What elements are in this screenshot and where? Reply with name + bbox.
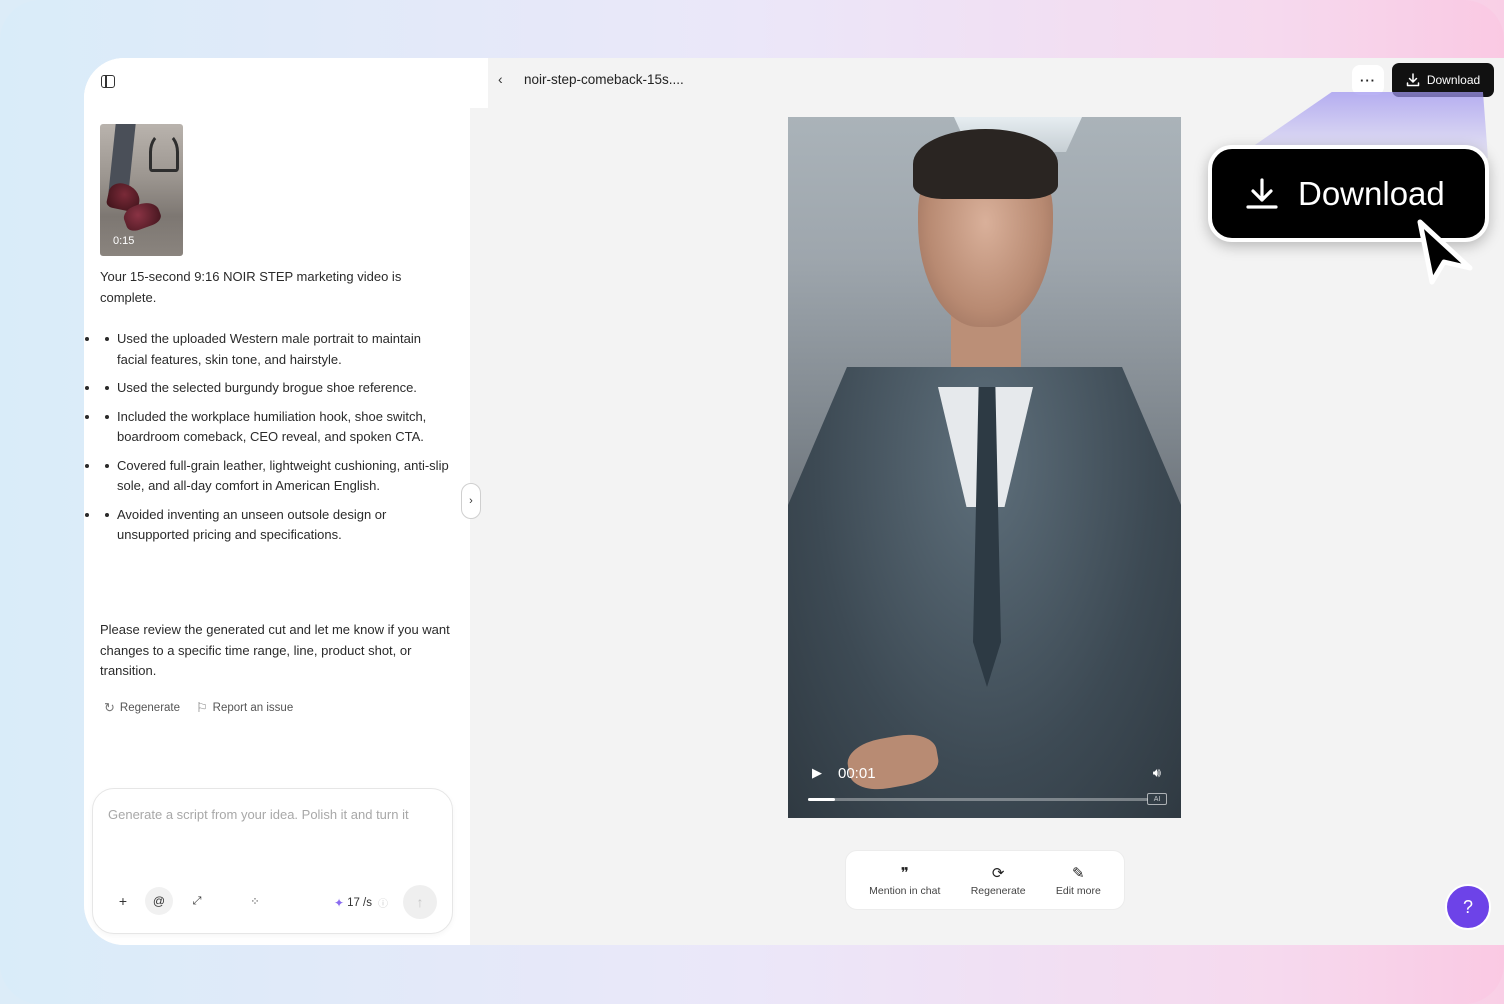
back-chevron-icon[interactable]: ‹ [498,71,503,87]
volume-icon[interactable]: 🔊︎ [1153,765,1161,781]
ai-badge-icon: AI [1147,793,1167,805]
edit-more-button[interactable]: ✎ Edit more [1056,864,1101,897]
video-progress-fill [808,798,836,801]
refresh-icon: ↻ [104,700,115,715]
edit-more-label: Edit more [1055,884,1101,897]
bullet-item: Used the uploaded Western male portrait … [100,329,450,370]
video-regenerate-button[interactable]: ⟳ Regenerate [971,864,1026,897]
link-icon[interactable]: ⤢ [183,887,211,915]
refresh-icon: ⟳ [991,864,1005,882]
report-issue-label: Report an issue [212,702,294,714]
credits-indicator: ✦ 17 /s ⓘ [334,895,388,911]
mention-in-chat-button[interactable]: ❞ Mention in chat [869,864,940,897]
video-regenerate-label: Regenerate [970,884,1026,897]
play-icon[interactable]: ▶ [812,765,822,781]
message-intro: Your 15-second 9:16 NOIR STEP marketing … [100,269,402,305]
message-outro: Please review the generated cut and let … [100,622,450,678]
composer: + @ ⤢ ⁘ ✦ 17 /s ⓘ ↑ [92,788,453,934]
video-thumbnail[interactable]: 0:15 [100,124,183,256]
video-player[interactable]: ▶ 00:01 🔊︎ AI [788,117,1181,818]
video-progress-bar[interactable] [808,798,1148,801]
video-toolbar: ❞ Mention in chat ⟳ Regenerate ✎ Edit mo… [845,850,1125,910]
help-button[interactable]: ? [1445,884,1491,930]
prompt-input[interactable] [108,807,443,822]
collapse-panel-button[interactable]: › [461,483,481,519]
hair-shape [913,129,1058,199]
callout-label: Download [1298,174,1445,212]
send-button[interactable]: ↑ [403,885,437,919]
message-actions: ↻ Regenerate ⚐ Report an issue [104,700,293,716]
download-icon [1406,73,1420,87]
more-options-button[interactable]: ··· [1352,65,1384,95]
download-icon [1246,177,1278,209]
chat-panel-header [84,58,488,108]
download-label: Download [1426,73,1481,87]
dots-grid-icon[interactable]: ⁘ [241,887,269,915]
flag-icon: ⚐ [196,700,208,715]
thumbnail-duration: 0:15 [113,235,135,247]
bullet-item: Covered full-grain leather, lightweight … [100,456,450,497]
pencil-icon: ✎ [1072,864,1085,882]
video-time: 00:01 [838,765,876,782]
download-button[interactable]: Download [1392,63,1494,97]
sidebar-toggle-icon[interactable] [101,75,115,88]
info-icon[interactable]: ⓘ [378,895,388,910]
bullet-item: Included the workplace humiliation hook,… [100,407,450,448]
bullet-item: Used the selected burgundy brogue shoe r… [100,378,450,399]
mention-in-chat-label: Mention in chat [869,884,941,897]
question-icon: ? [1462,896,1473,917]
credits-value: 17 /s [347,896,372,909]
bullet-item: Avoided inventing an unseen outsole desi… [100,505,450,546]
background-frame: 0:15 Your 15-second 9:16 NOIR STEP marke… [0,0,1504,1004]
regenerate-button[interactable]: ↻ Regenerate [104,700,180,716]
regenerate-label: Regenerate [119,702,181,714]
mention-icon[interactable]: @ [145,887,173,915]
quote-icon: ❞ [900,864,909,882]
sparkle-icon: ✦ [334,895,345,910]
report-issue-button[interactable]: ⚐ Report an issue [196,700,293,716]
chair-shape [149,132,179,172]
chat-panel: 0:15 Your 15-second 9:16 NOIR STEP marke… [84,58,488,945]
message-bullets: Used the uploaded Western male portrait … [100,329,450,554]
add-icon[interactable]: + [109,887,137,915]
file-title: noir-step-comeback-15s.... [524,72,684,87]
